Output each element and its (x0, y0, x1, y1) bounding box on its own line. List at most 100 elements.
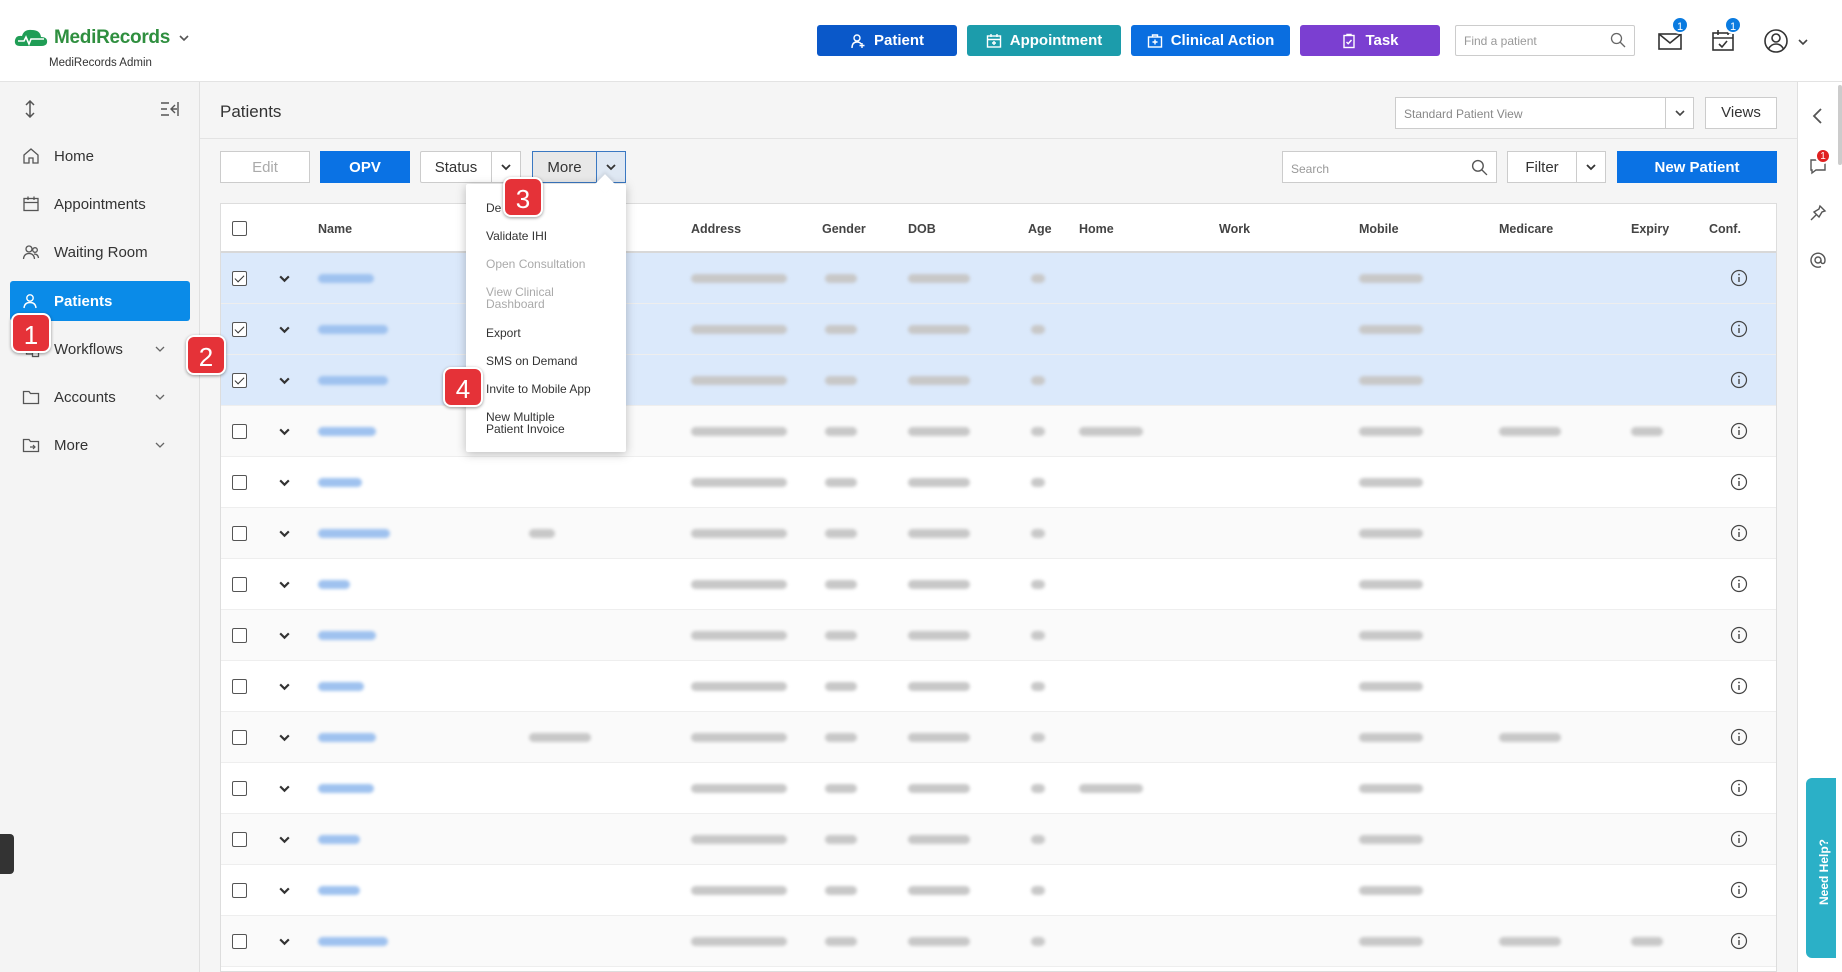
row-checkbox[interactable] (232, 679, 247, 694)
info-icon[interactable] (1730, 881, 1748, 899)
filter-dropdown-toggle[interactable] (1576, 151, 1606, 183)
info-icon[interactable] (1730, 728, 1748, 746)
patient-name-link[interactable] (318, 733, 376, 742)
table-row[interactable] (221, 559, 1776, 610)
need-help-tab[interactable]: Need Help? (1806, 778, 1836, 958)
row-checkbox[interactable] (232, 424, 247, 439)
sidebar-item-waiting-room[interactable]: Waiting Room (10, 232, 190, 272)
scrollbar-thumb[interactable] (1838, 85, 1842, 165)
patient-name-link[interactable] (318, 478, 362, 487)
info-icon[interactable] (1730, 320, 1748, 338)
table-row[interactable] (221, 712, 1776, 763)
row-expand-chevron-icon[interactable] (278, 425, 291, 438)
new-patient-header-button[interactable]: Patient (817, 25, 957, 56)
new-patient-button[interactable]: New Patient (1617, 151, 1777, 183)
search-icon[interactable] (1610, 32, 1626, 48)
patient-name-link[interactable] (318, 682, 364, 691)
info-icon[interactable] (1730, 677, 1748, 695)
table-row[interactable] (221, 916, 1776, 967)
row-expand-chevron-icon[interactable] (278, 833, 291, 846)
row-expand-chevron-icon[interactable] (278, 374, 291, 387)
info-icon[interactable] (1730, 830, 1748, 848)
row-checkbox[interactable] (232, 322, 247, 337)
column-header-mobile[interactable]: Mobile (1359, 222, 1399, 236)
info-icon[interactable] (1730, 524, 1748, 542)
sidebar-item-accounts[interactable]: Accounts (10, 377, 190, 417)
row-checkbox[interactable] (232, 577, 247, 592)
filter-button[interactable]: Filter (1507, 151, 1577, 183)
collapse-sidebar-icon[interactable] (160, 101, 180, 117)
row-expand-chevron-icon[interactable] (278, 782, 291, 795)
patient-name-link[interactable] (318, 274, 374, 283)
at-sign-icon[interactable] (1809, 251, 1827, 269)
row-expand-chevron-icon[interactable] (278, 884, 291, 897)
column-header-home[interactable]: Home (1079, 222, 1114, 236)
brand-logo[interactable]: MediRecords (12, 26, 190, 50)
edit-button[interactable]: Edit (220, 151, 310, 183)
row-expand-chevron-icon[interactable] (278, 680, 291, 693)
column-header-dob[interactable]: DOB (908, 222, 936, 236)
row-checkbox[interactable] (232, 781, 247, 796)
column-header-medicare[interactable]: Medicare (1499, 222, 1553, 236)
sidebar-item-home[interactable]: Home (10, 136, 190, 176)
table-row[interactable] (221, 406, 1776, 457)
appointment-button[interactable]: Appointment (967, 25, 1121, 56)
patient-name-link[interactable] (318, 580, 350, 589)
views-button[interactable]: Views (1705, 97, 1777, 129)
account-chevron-down-icon[interactable] (1797, 36, 1809, 48)
table-row[interactable] (221, 814, 1776, 865)
info-icon[interactable] (1730, 269, 1748, 287)
table-row[interactable] (221, 457, 1776, 508)
menu-item-validate-ihi[interactable]: Validate IHI (486, 230, 547, 242)
column-header-name[interactable]: Name (318, 222, 352, 236)
patient-name-link[interactable] (318, 937, 388, 946)
patient-name-link[interactable] (318, 784, 374, 793)
row-expand-chevron-icon[interactable] (278, 527, 291, 540)
menu-item-export[interactable]: Export (486, 327, 521, 339)
view-select-caret[interactable] (1665, 98, 1693, 128)
table-row[interactable] (221, 508, 1776, 559)
table-row[interactable] (221, 865, 1776, 916)
clinical-action-button[interactable]: Clinical Action (1131, 25, 1290, 56)
row-expand-chevron-icon[interactable] (278, 935, 291, 948)
patient-name-link[interactable] (318, 886, 360, 895)
info-icon[interactable] (1730, 779, 1748, 797)
info-icon[interactable] (1730, 626, 1748, 644)
row-expand-chevron-icon[interactable] (278, 578, 291, 591)
pin-icon[interactable] (1809, 204, 1827, 222)
opv-button[interactable]: OPV (320, 151, 410, 183)
patient-name-link[interactable] (318, 427, 376, 436)
table-row[interactable] (221, 253, 1776, 304)
row-expand-chevron-icon[interactable] (278, 272, 291, 285)
row-expand-chevron-icon[interactable] (278, 323, 291, 336)
column-header-age[interactable]: Age (1028, 222, 1052, 236)
patient-name-link[interactable] (318, 376, 388, 385)
menu-item-sms-on-demand[interactable]: SMS on Demand (486, 355, 577, 367)
patient-name-link[interactable] (318, 631, 376, 640)
more-button[interactable]: More (532, 151, 597, 183)
row-expand-chevron-icon[interactable] (278, 476, 291, 489)
row-checkbox[interactable] (232, 526, 247, 541)
chevron-left-icon[interactable] (1810, 107, 1826, 125)
menu-item-view-clinical-dashboard[interactable]: View Clinical Dashboard (486, 286, 554, 310)
chevron-down-icon[interactable] (178, 32, 190, 44)
row-checkbox[interactable] (232, 934, 247, 949)
row-checkbox[interactable] (232, 271, 247, 286)
sidebar-item-more[interactable]: More (10, 425, 190, 465)
table-row[interactable] (221, 304, 1776, 355)
task-button[interactable]: Task (1300, 25, 1440, 56)
row-expand-chevron-icon[interactable] (278, 629, 291, 642)
column-header-conf[interactable]: Conf. (1709, 222, 1741, 236)
row-checkbox[interactable] (232, 475, 247, 490)
user-avatar-icon[interactable] (1762, 27, 1790, 55)
table-row[interactable] (221, 763, 1776, 814)
column-header-gender[interactable]: Gender (822, 222, 866, 236)
row-checkbox[interactable] (232, 832, 247, 847)
menu-item-invite-to-mobile-app[interactable]: Invite to Mobile App (486, 383, 591, 395)
status-button[interactable]: Status (420, 151, 492, 183)
side-pull-tab[interactable] (0, 834, 14, 874)
resize-vertical-icon[interactable] (22, 100, 38, 118)
row-expand-chevron-icon[interactable] (278, 731, 291, 744)
menu-item-new-multiple-patient-invoice[interactable]: New Multiple Patient Invoice (486, 411, 565, 435)
table-row[interactable] (221, 610, 1776, 661)
